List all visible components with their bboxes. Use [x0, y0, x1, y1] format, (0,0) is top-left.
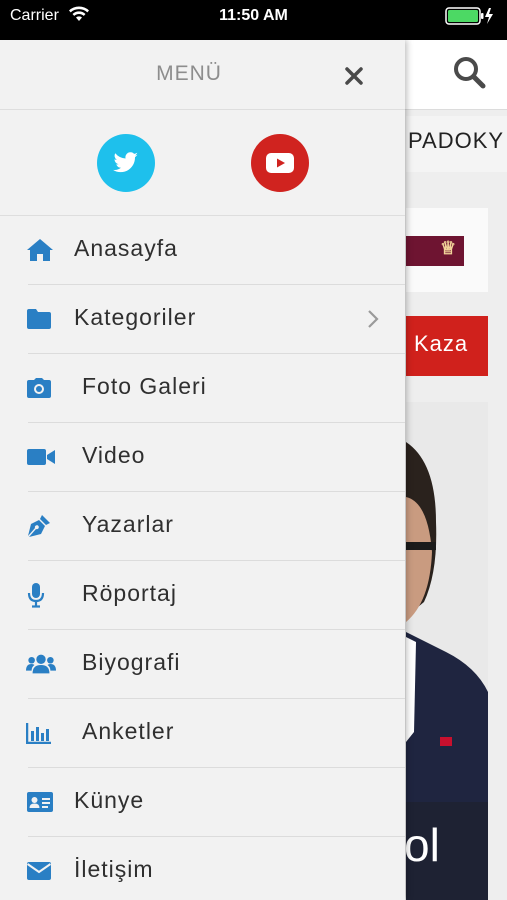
envelope-icon	[26, 858, 56, 884]
menu-item-label: Anasayfa	[74, 235, 178, 261]
bar-chart-icon	[26, 720, 56, 746]
news-ticker[interactable]: PADOKY	[406, 116, 507, 172]
chevron-right-icon	[367, 309, 379, 334]
id-card-icon	[26, 789, 56, 815]
menu-item-anasayfa[interactable]: Anasayfa	[0, 216, 405, 285]
pen-nib-icon	[26, 513, 56, 539]
drawer-header: MENÜ	[0, 40, 405, 110]
drawer-title: MENÜ	[156, 62, 222, 85]
menu-list: Anasayfa Kategoriler Foto Galeri Video Y…	[0, 216, 405, 900]
trophy-icon: ♕	[440, 238, 457, 258]
youtube-button[interactable]	[251, 134, 309, 192]
menu-item-anketler[interactable]: Anketler	[0, 699, 405, 768]
twitter-button[interactable]	[97, 134, 155, 192]
category-tag[interactable]: Kaza	[406, 316, 488, 376]
menu-item-iletisim[interactable]: İletişim	[0, 837, 405, 900]
home-icon	[26, 237, 56, 263]
menu-item-label: Foto Galeri	[82, 373, 207, 399]
menu-item-kunye[interactable]: Künye	[0, 768, 405, 837]
menu-item-label: Röportaj	[82, 580, 177, 606]
menu-item-yazarlar[interactable]: Yazarlar	[0, 492, 405, 561]
users-icon	[26, 651, 56, 677]
battery-icon	[445, 7, 495, 30]
video-camera-icon	[26, 444, 56, 470]
close-icon[interactable]	[342, 64, 366, 88]
menu-item-label: Kategoriler	[74, 304, 197, 330]
camera-icon	[26, 375, 56, 401]
status-bar: Carrier 11:50 AM	[0, 0, 507, 40]
menu-item-label: Video	[82, 442, 146, 468]
menu-item-label: İletişim	[74, 856, 154, 882]
microphone-icon	[26, 582, 56, 608]
menu-item-kategoriler[interactable]: Kategoriler	[0, 285, 405, 354]
folder-icon	[26, 306, 56, 332]
side-menu-drawer: MENÜ Anasayfa Kategoriler Foto Galeri Vi…	[0, 40, 405, 900]
menu-item-label: Künye	[74, 787, 145, 813]
twitter-icon	[113, 152, 138, 173]
menu-item-foto-galeri[interactable]: Foto Galeri	[0, 354, 405, 423]
social-links	[0, 110, 405, 216]
menu-item-video[interactable]: Video	[0, 423, 405, 492]
menu-item-label: Anketler	[82, 718, 175, 744]
search-icon[interactable]	[452, 55, 486, 94]
menu-item-label: Yazarlar	[82, 511, 174, 537]
youtube-icon	[266, 153, 294, 173]
menu-item-roportaj[interactable]: Röportaj	[0, 561, 405, 630]
menu-item-biyografi[interactable]: Biyografi	[0, 630, 405, 699]
clock: 11:50 AM	[219, 7, 288, 24]
menu-item-label: Biyografi	[82, 649, 181, 675]
photo-caption: ol	[404, 819, 440, 871]
